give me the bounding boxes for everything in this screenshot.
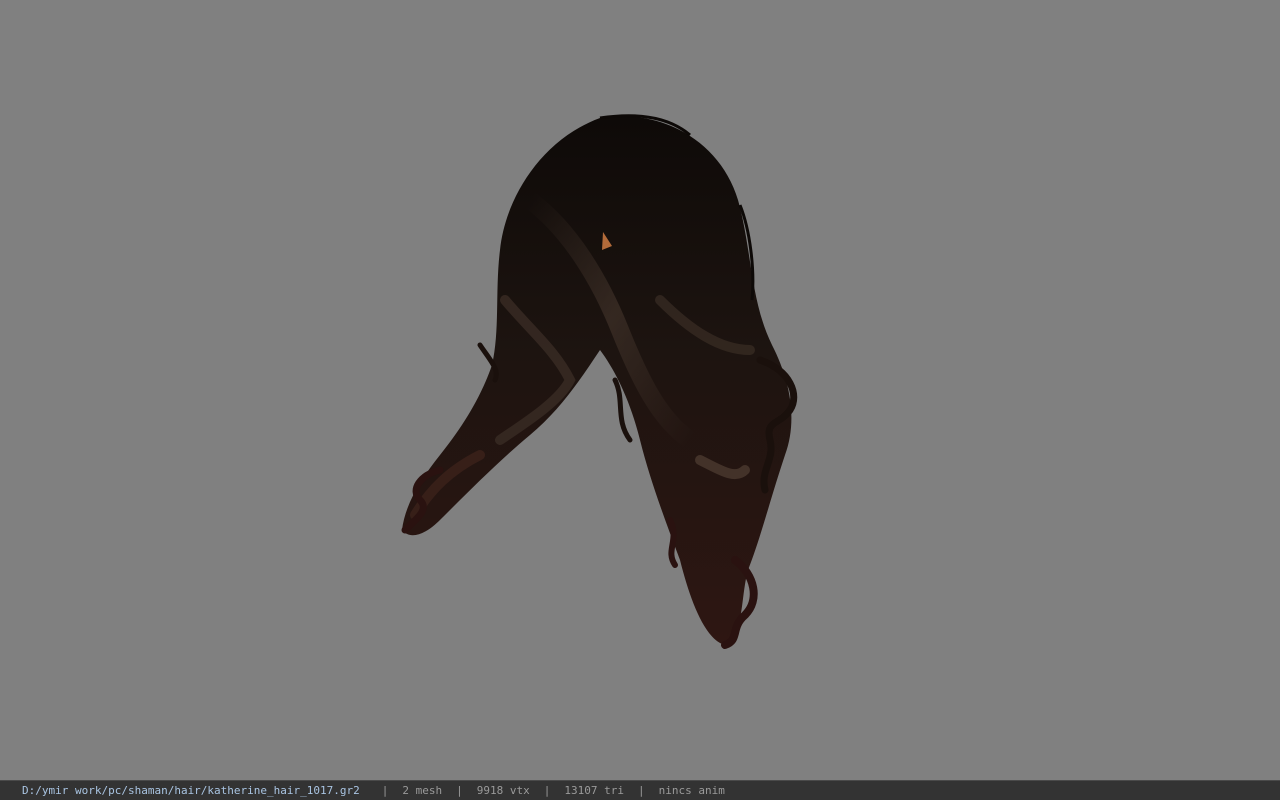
animation-status: nincs anim — [658, 784, 725, 797]
status-separator: | — [381, 784, 389, 797]
hair-main-mass — [402, 116, 792, 645]
status-separator: | — [543, 784, 551, 797]
mesh-count: 2 mesh — [402, 784, 443, 797]
triangle-count: 13107 tri — [564, 784, 624, 797]
status-separator: | — [637, 784, 645, 797]
hair-curl-right-3 — [667, 517, 678, 568]
status-separator: | — [456, 784, 463, 797]
model-viewport[interactable] — [0, 0, 1280, 780]
file-path: D:/ymir work/pc/shaman/hair/katherine_ha… — [22, 784, 360, 797]
vertex-count: 9918 vtx — [476, 784, 530, 797]
status-bar: D:/ymir work/pc/shaman/hair/katherine_ha… — [0, 780, 1280, 800]
hair-curl-left-2 — [477, 342, 499, 383]
hair-model-render — [401, 114, 798, 649]
